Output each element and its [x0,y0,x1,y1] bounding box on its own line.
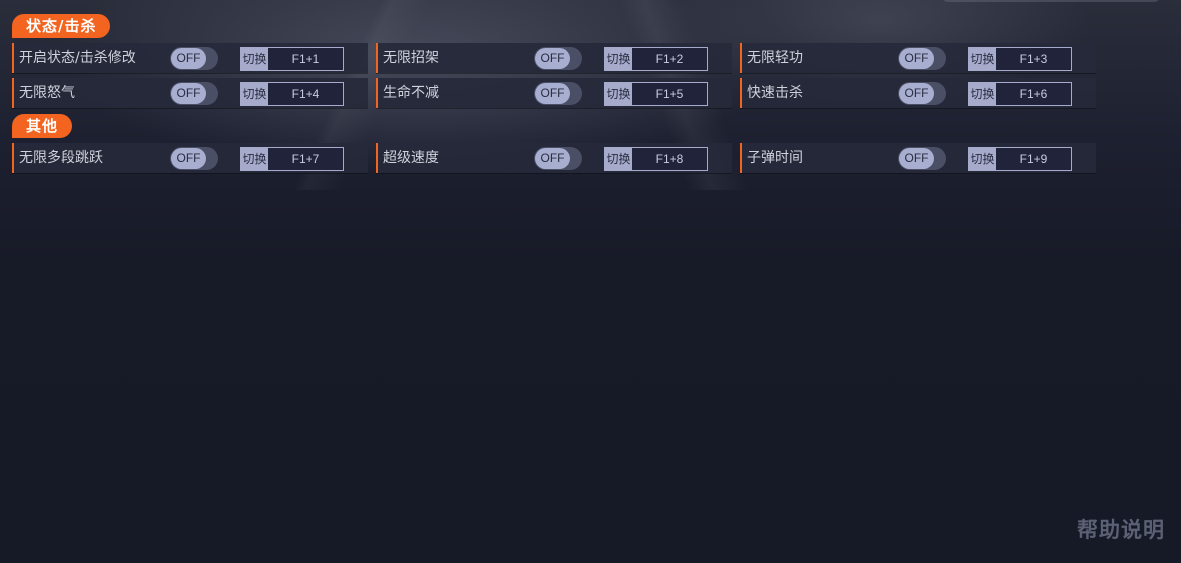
option-row: 无限轻功 OFF 切换 F1+3 [740,43,1096,73]
toggle-state: OFF [899,83,934,104]
help-link[interactable]: 帮助说明 [1077,514,1165,544]
hotkey-switch-label: 切换 [605,83,632,105]
hotkey-switch-label: 切换 [241,148,268,170]
toggle-switch[interactable]: OFF [534,47,582,70]
hotkey-field[interactable]: 切换 F1+8 [604,147,708,171]
hotkey-value: F1+8 [655,152,684,166]
hotkey-value: F1+2 [655,52,684,66]
option-label: 无限多段跳跃 [19,150,103,166]
hotkey-field[interactable]: 切换 F1+2 [604,47,708,71]
toggle-switch[interactable]: OFF [534,147,582,170]
option-label: 无限轻功 [747,50,803,66]
option-row: 无限招架 OFF 切换 F1+2 [376,43,732,73]
option-label: 生命不减 [383,85,439,101]
hotkey-value: F1+7 [291,152,320,166]
hotkey-value: F1+4 [291,87,320,101]
hotkey-switch-label: 切换 [969,48,996,70]
toggle-switch[interactable]: OFF [170,82,218,105]
hotkey-field[interactable]: 切换 F1+3 [968,47,1072,71]
option-label: 无限招架 [383,50,439,66]
hotkey-value: F1+1 [291,52,320,66]
hotkey-switch-label: 切换 [969,148,996,170]
hotkey-switch-label: 切换 [969,83,996,105]
section-title-status-kill: 状态/击杀 [12,14,111,38]
hotkey-value: F1+6 [1019,87,1048,101]
toggle-state: OFF [535,148,570,169]
section-title-other: 其他 [12,114,73,138]
toggle-state: OFF [535,48,570,69]
toggle-state: OFF [171,48,206,69]
toggle-state: OFF [899,148,934,169]
hotkey-field[interactable]: 切换 F1+4 [240,82,344,106]
toggle-state: OFF [899,48,934,69]
toggle-switch[interactable]: OFF [898,47,946,70]
hotkey-switch-label: 切换 [241,48,268,70]
hotkey-value: F1+5 [655,87,684,101]
toggle-switch[interactable]: OFF [898,147,946,170]
toggle-switch[interactable]: OFF [898,82,946,105]
hotkey-field[interactable]: 切换 F1+1 [240,47,344,71]
option-row: 生命不减 OFF 切换 F1+5 [376,78,732,108]
option-label: 快速击杀 [747,85,803,101]
hotkey-switch-label: 切换 [605,148,632,170]
option-row: 超级速度 OFF 切换 F1+8 [376,143,732,173]
hotkey-value: F1+3 [1019,52,1048,66]
toggle-state: OFF [171,83,206,104]
option-row: 快速击杀 OFF 切换 F1+6 [740,78,1096,108]
option-row: 子弹时间 OFF 切换 F1+9 [740,143,1096,173]
hotkey-field[interactable]: 切换 F1+6 [968,82,1072,106]
hotkey-switch-label: 切换 [241,83,268,105]
option-label: 超级速度 [383,150,439,166]
toggle-switch[interactable]: OFF [534,82,582,105]
toggle-switch[interactable]: OFF [170,147,218,170]
option-row: 开启状态/击杀修改 OFF 切换 F1+1 [12,43,368,73]
option-label: 开启状态/击杀修改 [19,50,136,66]
hotkey-field[interactable]: 切换 F1+9 [968,147,1072,171]
top-search-slot [942,0,1160,2]
hotkey-value: F1+9 [1019,152,1048,166]
option-label: 子弹时间 [747,150,803,166]
option-row: 无限怒气 OFF 切换 F1+4 [12,78,368,108]
hotkey-field[interactable]: 切换 F1+5 [604,82,708,106]
toggle-switch[interactable]: OFF [170,47,218,70]
toggle-state: OFF [535,83,570,104]
option-label: 无限怒气 [19,85,75,101]
option-row: 无限多段跳跃 OFF 切换 F1+7 [12,143,368,173]
hotkey-switch-label: 切换 [605,48,632,70]
hotkey-field[interactable]: 切换 F1+7 [240,147,344,171]
toggle-state: OFF [171,148,206,169]
